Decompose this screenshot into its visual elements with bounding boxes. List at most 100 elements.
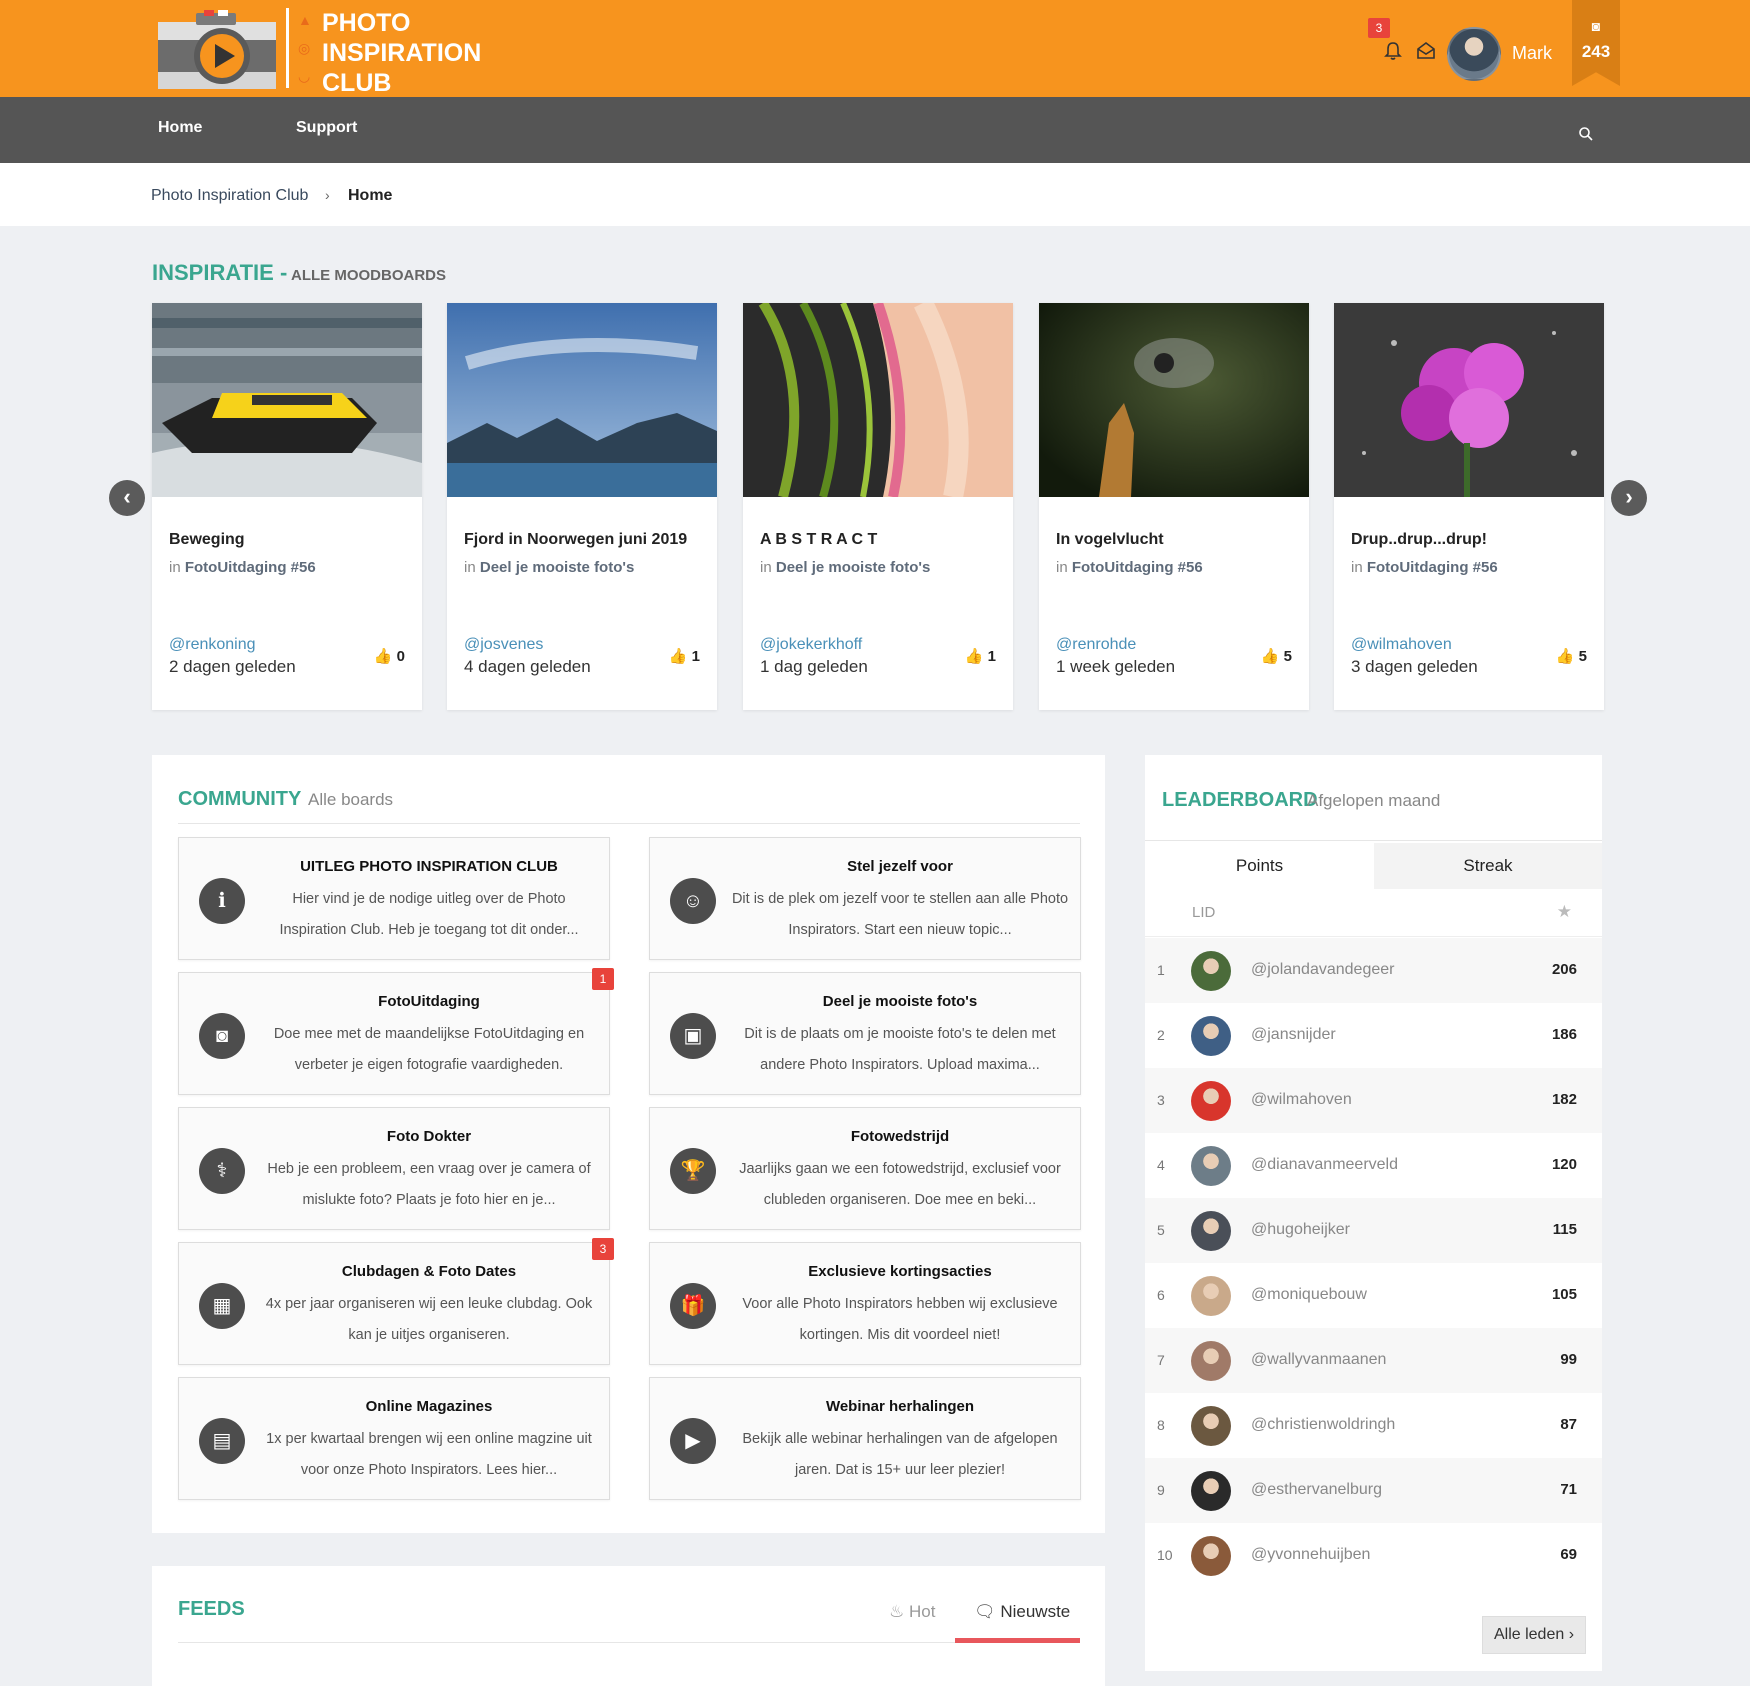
moodboard-card[interactable]: In vogelvlucht in FotoUitdaging #56 @ren… bbox=[1039, 303, 1309, 710]
inspiratie-subtitle[interactable]: ALLE MOODBOARDS bbox=[291, 267, 446, 284]
moodboard-card[interactable]: A B S T R A C T in Deel je mooiste foto'… bbox=[743, 303, 1013, 710]
leaderboard-row[interactable]: 3 @wilmahoven 182 bbox=[1145, 1068, 1602, 1133]
board-tile[interactable]: ◙ FotoUitdaging Doe mee met de maandelij… bbox=[178, 968, 614, 1095]
tab-streak[interactable]: Streak bbox=[1374, 843, 1602, 889]
nav-support[interactable]: Support bbox=[296, 119, 357, 137]
card-likes[interactable]: 👍 5 bbox=[1556, 647, 1587, 665]
member-name[interactable]: @esthervanelburg bbox=[1251, 1481, 1382, 1499]
card-photo-flower bbox=[1334, 303, 1604, 497]
leaderboard-row[interactable]: 4 @dianavanmeerveld 120 bbox=[1145, 1133, 1602, 1198]
member-name[interactable]: @hugoheijker bbox=[1251, 1221, 1350, 1239]
card-author[interactable]: @josvenes bbox=[464, 636, 543, 654]
board-description: Heb je een probleem, een vraag over je c… bbox=[267, 1161, 591, 1208]
leaderboard-row[interactable]: 10 @yvonnehuijben 69 bbox=[1145, 1523, 1602, 1588]
leaderboard-row[interactable]: 8 @christienwoldringh 87 bbox=[1145, 1393, 1602, 1458]
card-author[interactable]: @wilmahoven bbox=[1351, 636, 1452, 654]
member-name[interactable]: @jolandavandegeer bbox=[1251, 961, 1394, 979]
bell-icon[interactable] bbox=[1382, 40, 1404, 62]
moodboard-card[interactable]: Fjord in Noorwegen juni 2019 in Deel je … bbox=[447, 303, 717, 710]
member-name[interactable]: @wallyvanmaanen bbox=[1251, 1351, 1386, 1369]
leaderboard-row[interactable]: 7 @wallyvanmaanen 99 bbox=[1145, 1328, 1602, 1393]
card-board-link[interactable]: FotoUitdaging #56 bbox=[1367, 559, 1498, 576]
star-icon: ★ bbox=[1556, 902, 1572, 921]
community-subtitle[interactable]: Alle boards bbox=[308, 790, 393, 810]
board-title: Clubdagen & Foto Dates bbox=[341, 1263, 517, 1280]
points-tag[interactable]: ◙ 243 bbox=[1572, 0, 1620, 86]
leaderboard-row[interactable]: 2 @jansnijder 186 bbox=[1145, 1003, 1602, 1068]
card-board-link[interactable]: Deel je mooiste foto's bbox=[480, 559, 634, 576]
all-members-button[interactable]: Alle leden › bbox=[1482, 1616, 1586, 1654]
member-name[interactable]: @jansnijder bbox=[1251, 1026, 1336, 1044]
card-likes[interactable]: 👍 0 bbox=[374, 647, 405, 665]
leaderboard-row[interactable]: 9 @esthervanelburg 71 bbox=[1145, 1458, 1602, 1523]
tab-hot[interactable]: ♨ Hot bbox=[889, 1602, 935, 1622]
board-tile[interactable]: ⚕ Foto Dokter Heb je een probleem, een v… bbox=[178, 1107, 610, 1230]
board-tile[interactable]: 🏆 Fotowedstrijd Jaarlijks gaan we een fo… bbox=[649, 1107, 1081, 1230]
divider bbox=[178, 823, 1080, 824]
tab-nieuwste[interactable]: 🗨 Nieuwste bbox=[974, 1602, 1070, 1622]
card-title[interactable]: In vogelvlucht bbox=[1056, 531, 1164, 549]
card-board-link[interactable]: FotoUitdaging #56 bbox=[1072, 559, 1203, 576]
board-description: 4x per jaar organiseren wij een leuke cl… bbox=[265, 1296, 593, 1343]
leaderboard-header: LID ★ bbox=[1145, 889, 1602, 937]
envelope-open-icon[interactable] bbox=[1415, 40, 1437, 62]
card-author[interactable]: @jokekerkhoff bbox=[760, 636, 862, 654]
moodboard-card[interactable]: Drup..drup...drup! in FotoUitdaging #56 … bbox=[1334, 303, 1604, 710]
member-points: 206 bbox=[1551, 961, 1577, 978]
board-tile[interactable]: ☺ Stel jezelf voor Dit is de plek om jez… bbox=[649, 837, 1081, 960]
board-title: Exclusieve kortingsacties bbox=[808, 1263, 992, 1280]
community-panel: COMMUNITY Alle boards ℹ UITLEG PHOTO INS… bbox=[152, 755, 1105, 1533]
card-title[interactable]: A B S T R A C T bbox=[760, 531, 877, 549]
leaderboard-row[interactable]: 5 @hugoheijker 115 bbox=[1145, 1198, 1602, 1263]
breadcrumb-root[interactable]: Photo Inspiration Club bbox=[151, 187, 308, 205]
card-title[interactable]: Drup..drup...drup! bbox=[1351, 531, 1487, 549]
rank: 3 bbox=[1157, 1092, 1165, 1108]
user-name[interactable]: Mark bbox=[1512, 43, 1552, 64]
card-board-link[interactable]: FotoUitdaging #56 bbox=[185, 559, 316, 576]
book-icon: ▤ bbox=[199, 1418, 245, 1464]
tab-points[interactable]: Points bbox=[1145, 843, 1374, 889]
member-name[interactable]: @wilmahoven bbox=[1251, 1091, 1352, 1109]
board-description: Doe mee met de maandelijkse FotoUitdagin… bbox=[273, 1026, 585, 1073]
board-tile[interactable]: ▤ Online Magazines 1x per kwartaal breng… bbox=[178, 1377, 610, 1500]
user-avatar[interactable] bbox=[1447, 27, 1501, 81]
thumbs-up-icon: 👍 bbox=[1555, 648, 1575, 665]
rank: 7 bbox=[1157, 1352, 1165, 1368]
member-name[interactable]: @moniquebouw bbox=[1251, 1286, 1367, 1304]
board-tile[interactable]: ▶ Webinar herhalingen Bekijk alle webina… bbox=[649, 1377, 1081, 1500]
carousel-next-button[interactable]: › bbox=[1611, 480, 1647, 516]
search-icon[interactable] bbox=[1578, 126, 1594, 142]
card-author[interactable]: @renkoning bbox=[169, 636, 256, 654]
member-points: 120 bbox=[1551, 1156, 1577, 1173]
rank: 6 bbox=[1157, 1287, 1165, 1303]
board-tile[interactable]: ▦ Clubdagen & Foto Dates 4x per jaar org… bbox=[178, 1238, 614, 1365]
member-name[interactable]: @christienwoldringh bbox=[1251, 1416, 1395, 1434]
like-count: 1 bbox=[691, 648, 700, 665]
card-likes[interactable]: 👍 5 bbox=[1261, 647, 1292, 665]
site-logo[interactable]: ▲ ◎ ◡ PHOTO INSPIRATION CLUB bbox=[158, 8, 481, 97]
nav-home[interactable]: Home bbox=[158, 119, 202, 137]
member-name[interactable]: @yvonnehuijben bbox=[1251, 1546, 1370, 1564]
card-author[interactable]: @renrohde bbox=[1056, 636, 1136, 654]
card-board-link[interactable]: Deel je mooiste foto's bbox=[776, 559, 930, 576]
member-name[interactable]: @dianavanmeerveld bbox=[1251, 1156, 1398, 1174]
inspiratie-title: INSPIRATIE - bbox=[152, 260, 288, 285]
carousel-prev-button[interactable]: ‹ bbox=[109, 480, 145, 516]
card-title[interactable]: Beweging bbox=[169, 531, 245, 549]
leaderboard-row[interactable]: 6 @moniquebouw 105 bbox=[1145, 1263, 1602, 1328]
card-likes[interactable]: 👍 1 bbox=[669, 647, 700, 665]
board-tile[interactable]: 🎁 Exclusieve kortingsacties Voor alle Ph… bbox=[649, 1242, 1081, 1365]
play-icon: ▶ bbox=[670, 1418, 716, 1464]
member-points: 182 bbox=[1551, 1091, 1577, 1108]
board-tile[interactable]: ▣ Deel je mooiste foto's Dit is de plaat… bbox=[649, 972, 1081, 1095]
card-title[interactable]: Fjord in Noorwegen juni 2019 bbox=[464, 531, 687, 549]
board-title: Fotowedstrijd bbox=[850, 1128, 950, 1145]
moodboard-card[interactable]: Beweging in FotoUitdaging #56 @renkoning… bbox=[152, 303, 422, 710]
leaderboard-row[interactable]: 1 @jolandavandegeer 206 bbox=[1145, 938, 1602, 1003]
trophy-icon: 🏆 bbox=[670, 1148, 716, 1194]
board-description: 1x per kwartaal brengen wij een online m… bbox=[266, 1431, 592, 1478]
board-tile[interactable]: ℹ UITLEG PHOTO INSPIRATION CLUB Hier vin… bbox=[178, 837, 610, 960]
camera-icon: ◙ bbox=[1591, 18, 1601, 34]
card-in-label: in bbox=[1351, 559, 1363, 576]
card-likes[interactable]: 👍 1 bbox=[965, 647, 996, 665]
